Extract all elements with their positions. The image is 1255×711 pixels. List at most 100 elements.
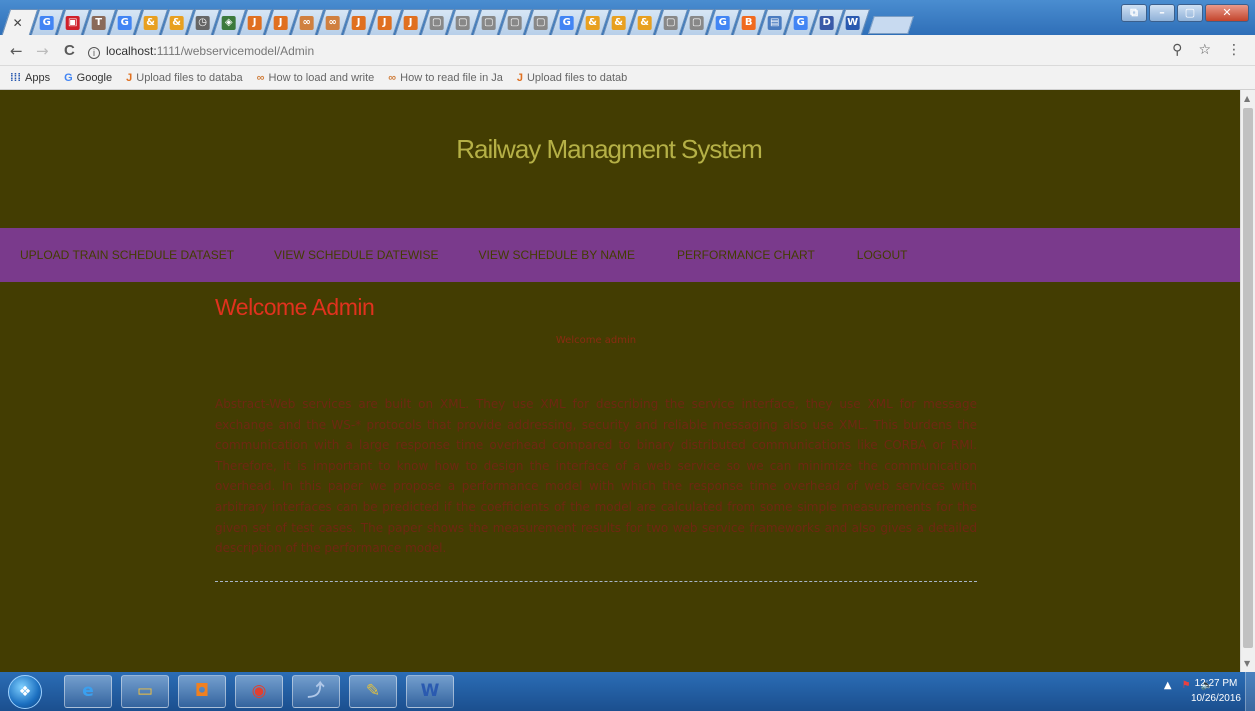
- close-tab-icon[interactable]: ✕: [11, 16, 25, 30]
- clock-date: 10/26/2016: [1190, 693, 1241, 704]
- bookmark-item[interactable]: ⁞⁞⁞ Apps: [10, 72, 50, 84]
- tab-favicon-icon: &: [169, 16, 184, 30]
- bookmark-item[interactable]: ∞ How to read file in Ja: [388, 72, 503, 84]
- taskbar-word-icon[interactable]: W: [406, 675, 454, 708]
- taskbar-tools-icon[interactable]: ✎: [349, 675, 397, 708]
- bookmark-icon: ⁞⁞⁞: [10, 71, 21, 84]
- minimize-button[interactable]: –: [1149, 4, 1175, 22]
- tab-favicon-icon: ∞: [325, 16, 340, 30]
- taskbar-file-explorer-icon[interactable]: ▭: [121, 675, 169, 708]
- tab-favicon-icon: ▢: [689, 16, 704, 30]
- clock-time: 12:27 PM: [1194, 678, 1238, 689]
- main-content: Welcome Admin Welcome admin Abstract-Web…: [215, 282, 977, 582]
- tab-favicon-icon: B: [741, 16, 756, 30]
- tab-favicon-icon: J: [273, 16, 288, 30]
- tab-list: ✕ G ▣ T G & & ◷ ◈ J J ∞ ∞ J J J ▢ ▢ ▢ ▢ ▢ G & & & ▢ ▢ G B ▤ G D W: [0, 6, 914, 35]
- restore-button[interactable]: ⧉: [1121, 4, 1147, 22]
- chrome-menu-icon[interactable]: ⋮: [1227, 42, 1241, 58]
- menu-performance-chart[interactable]: PERFORMANCE CHART: [677, 248, 815, 262]
- tab-favicon-icon: ▣: [65, 16, 80, 30]
- system-clock[interactable]: 12:27 PM 10/26/2016: [1191, 676, 1241, 706]
- bookmark-label: Google: [76, 71, 113, 84]
- bookmark-icon: G: [64, 71, 73, 84]
- window-controls: ⧉ – ▢ ✕: [1121, 4, 1249, 22]
- bookmark-item[interactable]: J Upload files to databa: [126, 72, 243, 84]
- bookmark-item[interactable]: G Google: [64, 72, 112, 84]
- menu-logout[interactable]: LOGOUT: [857, 248, 908, 262]
- tab-favicon-icon: G: [793, 16, 808, 30]
- tab-favicon-icon: J: [377, 16, 392, 30]
- maximize-button[interactable]: ▢: [1177, 4, 1203, 22]
- tab-favicon-icon: ▢: [455, 16, 470, 30]
- tab-favicon-icon: ▤: [767, 16, 782, 30]
- welcome-subheading: Welcome admin: [555, 335, 637, 346]
- tab-favicon-icon: J: [351, 16, 366, 30]
- tab-favicon-icon: T: [91, 16, 106, 30]
- new-tab-button[interactable]: [868, 16, 914, 34]
- tab-favicon-icon: ▢: [533, 16, 548, 30]
- site-title: Railway Managment System: [456, 134, 762, 164]
- page-viewport: Railway Managment System UPLOAD TRAIN SC…: [0, 90, 1240, 672]
- page-scrollbar[interactable]: ▲ ▼: [1240, 90, 1255, 672]
- tab-favicon-icon: J: [247, 16, 262, 30]
- abstract-text: Abstract-Web services are built on XML. …: [215, 397, 977, 556]
- bookmark-label: Upload files to datab: [526, 71, 628, 84]
- key-icon[interactable]: ⚲: [1172, 42, 1182, 58]
- tab-favicon-icon: ◷: [195, 16, 210, 30]
- tab-favicon-icon: &: [585, 16, 600, 30]
- url-path: 1111/webservicemodel/Admin: [156, 44, 315, 58]
- bookmark-label: How to load and write: [268, 71, 375, 84]
- forward-button[interactable]: →: [36, 42, 49, 60]
- browser-tab-strip: ✕ G ▣ T G & & ◷ ◈ J J ∞ ∞ J J J ▢ ▢ ▢ ▢ ▢ G & & & ▢ ▢ G B ▤ G D W ⧉ – ▢…: [0, 0, 1255, 35]
- scroll-up-icon[interactable]: ▲: [1244, 94, 1250, 103]
- reload-button[interactable]: C: [64, 42, 75, 59]
- close-button[interactable]: ✕: [1205, 4, 1249, 22]
- action-center-flag-icon[interactable]: ⚑: [1182, 680, 1191, 691]
- bookmark-item[interactable]: ∞ How to load and write: [257, 72, 375, 84]
- tab-favicon-icon: ▢: [663, 16, 678, 30]
- bookmark-label: Apps: [25, 71, 51, 84]
- url-host: localhost:: [106, 44, 157, 58]
- bookmark-icon: ∞: [256, 71, 265, 84]
- taskbar-dolphin-icon[interactable]: ⤴: [292, 675, 340, 708]
- show-desktop-button[interactable]: [1245, 672, 1255, 711]
- url-input[interactable]: i localhost:1111/webservicemodel/Admin: [88, 41, 1193, 61]
- bookmark-icon: J: [126, 71, 133, 84]
- taskbar-chrome-icon[interactable]: ◉: [235, 675, 283, 708]
- bookmarks-bar: ⁞⁞⁞ Apps G Google J Upload files to databa ∞ Ho…: [0, 66, 1255, 90]
- bookmark-icon: ∞: [388, 71, 397, 84]
- tab-favicon-icon: ∞: [299, 16, 314, 30]
- main-menu: UPLOAD TRAIN SCHEDULE DATASET VIEW SCHED…: [0, 228, 1240, 282]
- tray-expand-icon[interactable]: ▲: [1164, 680, 1172, 691]
- scroll-thumb[interactable]: [1243, 108, 1253, 648]
- tab-favicon-icon: &: [637, 16, 652, 30]
- welcome-heading: Welcome Admin: [215, 294, 375, 320]
- start-button[interactable]: ❖: [8, 675, 42, 709]
- tab-favicon-icon: ▢: [507, 16, 522, 30]
- tab-favicon-icon: W: [845, 16, 860, 30]
- menu-upload-dataset[interactable]: UPLOAD TRAIN SCHEDULE DATASET: [20, 248, 234, 262]
- tab-favicon-icon: ▢: [429, 16, 444, 30]
- windows-taskbar: ❖ e ▭ ◘ ◉ ⤴ ✎ W ▲ ⚑ 🔈 12:27 PM 10/26/2016: [0, 672, 1255, 711]
- tab-favicon-icon: G: [39, 16, 54, 30]
- bookmark-star-icon[interactable]: ☆: [1198, 42, 1211, 58]
- tab-favicon-icon: &: [143, 16, 158, 30]
- tab-favicon-icon: G: [715, 16, 730, 30]
- scroll-down-icon[interactable]: ▼: [1244, 659, 1250, 668]
- tab-favicon-icon: D: [819, 16, 834, 30]
- tab-favicon-icon: ◈: [221, 16, 236, 30]
- site-header: Railway Managment System: [0, 90, 1240, 228]
- tab-favicon-icon: G: [117, 16, 132, 30]
- tab-favicon-icon: ▢: [481, 16, 496, 30]
- back-button[interactable]: ←: [10, 42, 23, 60]
- menu-view-datewise[interactable]: VIEW SCHEDULE DATEWISE: [274, 248, 438, 262]
- tab-favicon-icon: G: [559, 16, 574, 30]
- info-icon[interactable]: i: [88, 47, 100, 59]
- bookmark-icon: J: [516, 71, 523, 84]
- taskbar-media-player-icon[interactable]: ◘: [178, 675, 226, 708]
- content-divider: [215, 580, 977, 582]
- taskbar-internet-explorer-icon[interactable]: e: [64, 675, 112, 708]
- bookmark-item[interactable]: J Upload files to datab: [517, 72, 627, 84]
- address-bar: ← → C i localhost:1111/webservicemodel/Ad…: [0, 35, 1255, 66]
- menu-view-by-name[interactable]: VIEW SCHEDULE BY NAME: [479, 248, 635, 262]
